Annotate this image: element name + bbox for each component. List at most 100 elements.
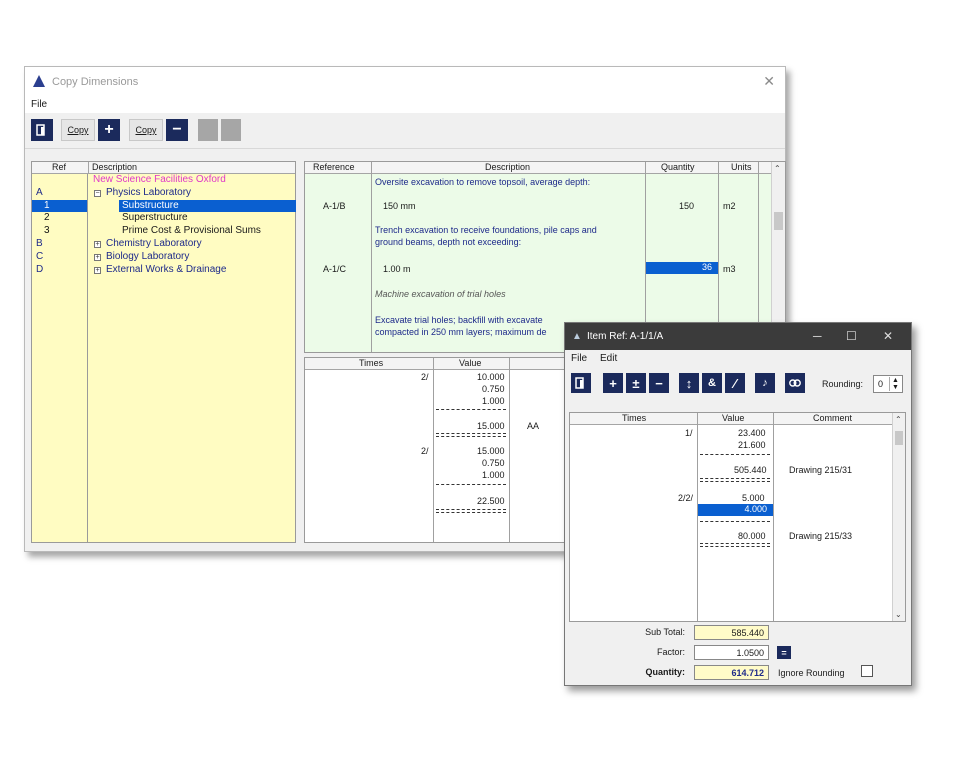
value-header: Value [459,358,482,368]
tree-item-biology[interactable]: + Biology Laboratory [89,251,295,264]
scroll-up-icon[interactable]: ⌃ [774,164,781,173]
menu-edit[interactable]: Edit [600,353,617,364]
quantity-field: 614.712 [694,665,769,680]
comment-cell: Drawing 215/31 [789,465,853,475]
vertical-scrollbar[interactable]: ⌃ ⌄ [892,413,905,621]
value-cell: 1.000 [482,396,505,406]
minimize-icon[interactable]: ─ [813,329,822,343]
ignore-rounding-label: Ignore Rounding [778,668,845,678]
dialog-title: Item Ref: A-1/1/A [587,331,664,342]
description-cell: 150 mm [383,201,416,211]
description-cell: Trench excavation to receive foundations… [375,225,597,235]
maximize-icon[interactable]: ☐ [846,329,857,343]
description-header: Description [485,162,531,172]
description-cell: ground beams, depth not exceeding: [375,237,522,247]
quantity-cell: 150 [679,201,695,211]
dimension-grid: Times Value Comment 1/ 23.400 21.600 505… [569,412,906,622]
value-cell: 0.750 [482,458,505,468]
scroll-thumb[interactable] [774,212,783,230]
tree-item-chemistry[interactable]: + Chemistry Laboratory [89,238,295,251]
app-logo-icon [33,75,45,87]
units-cell: m2 [723,201,736,211]
scroll-thumb[interactable] [895,431,903,445]
units-cell: m3 [723,264,736,274]
minus-icon[interactable]: − [166,119,188,141]
ignore-rounding-checkbox[interactable] [861,665,873,677]
value-cell: 0.750 [482,384,505,394]
rounding-value: 0 [878,379,884,389]
expand-icon[interactable]: + [94,253,101,261]
tree-item-superstructure[interactable]: Superstructure [89,212,295,225]
description-header: Description [92,162,138,172]
value-cell: 505.440 [734,465,767,475]
music-note-icon[interactable]: ♪ [755,373,775,393]
times-header: Times [359,358,384,368]
comment-cell: Drawing 215/33 [789,531,853,541]
ref-item-selected[interactable]: 1 [32,199,87,213]
exit-icon[interactable] [571,373,591,393]
collapse-icon[interactable]: − [94,189,101,197]
ref-item[interactable]: A [32,187,87,200]
reference-cell: A-1/B [323,201,346,211]
tree-item-physics[interactable]: − Physics Laboratory [89,187,295,200]
window-title: Copy Dimensions [52,76,139,88]
tree-item-project[interactable]: New Science Facilities Oxford [89,174,295,187]
dialog-toolbar: + ± − ↕ & ∕ ♪ Rounding: 0 ▲ ▼ [565,366,911,406]
reference-header: Reference [313,162,355,172]
minus-icon[interactable]: − [649,373,669,393]
plus-minus-icon[interactable]: ± [626,373,646,393]
times-cell: 2/2/ [678,493,694,503]
times-cell: 2/ [421,446,429,456]
grid-header: Times Value Comment [570,413,905,425]
equals-icon[interactable]: = [777,646,791,659]
quantity-header: Quantity [661,162,695,172]
value-cell: 22.500 [477,496,505,506]
close-icon[interactable]: ✕ [763,73,775,90]
scroll-up-icon[interactable]: ⌃ [895,415,902,424]
subtotal-field: 585.440 [694,625,769,640]
menu-file[interactable]: File [571,353,587,364]
copy-plus-button[interactable]: Copy [61,119,95,141]
link-icon[interactable] [785,373,805,393]
value-cell: 15.000 [477,446,505,456]
factor-label: Factor: [656,647,685,657]
disabled-button [221,119,241,141]
menu-file[interactable]: File [31,99,47,110]
close-icon[interactable]: ✕ [883,329,893,343]
ref-item[interactable]: 3 [32,225,87,238]
scroll-down-icon[interactable]: ⌄ [895,610,902,619]
spinner-arrows-icon[interactable]: ▲ ▼ [889,377,901,391]
ref-item[interactable]: 2 [32,212,87,225]
plus-icon[interactable]: + [98,119,120,141]
tree-item-substructure[interactable]: Substructure [89,199,296,213]
factor-field[interactable]: 1.0500 [694,645,769,660]
copy-minus-button[interactable]: Copy [129,119,163,141]
quantity-cell-selected[interactable]: 36 [646,262,718,274]
dialog-app-icon: ▲ [572,331,582,342]
expand-icon[interactable]: + [94,240,101,248]
ref-item[interactable]: D [32,264,87,277]
tree-item-external-works[interactable]: + External Works & Drainage [89,264,295,277]
value-cell-selected[interactable]: 4.000 [698,504,773,516]
times-cell: 1/ [685,428,693,438]
up-down-icon[interactable]: ↕ [679,373,699,393]
rounding-spinner[interactable]: 0 ▲ ▼ [873,375,903,393]
description-cell: Excavate trial holes; backfill with exca… [375,315,543,325]
slash-icon[interactable]: ∕ [725,373,745,393]
dialog-menu-bar: File Edit [565,350,911,366]
value-cell: 15.000 [477,421,505,431]
expand-icon[interactable]: + [94,266,101,274]
quantity-label: Quantity: [645,667,686,677]
value-cell: 21.600 [738,440,766,450]
toolbar: Copy + Copy − [25,113,785,149]
value-cell: 10.000 [477,372,505,382]
code-cell: AA [527,421,540,431]
tree-item-prime-cost[interactable]: Prime Cost & Provisional Sums [89,225,295,238]
plus-icon[interactable]: + [603,373,623,393]
ampersand-icon[interactable]: & [702,373,722,393]
ref-item[interactable]: B [32,238,87,251]
reference-cell: A-1/C [323,264,347,274]
ref-item[interactable]: C [32,251,87,264]
exit-icon[interactable] [31,119,53,141]
reference-table-header: Reference Description Quantity Units [305,162,785,174]
